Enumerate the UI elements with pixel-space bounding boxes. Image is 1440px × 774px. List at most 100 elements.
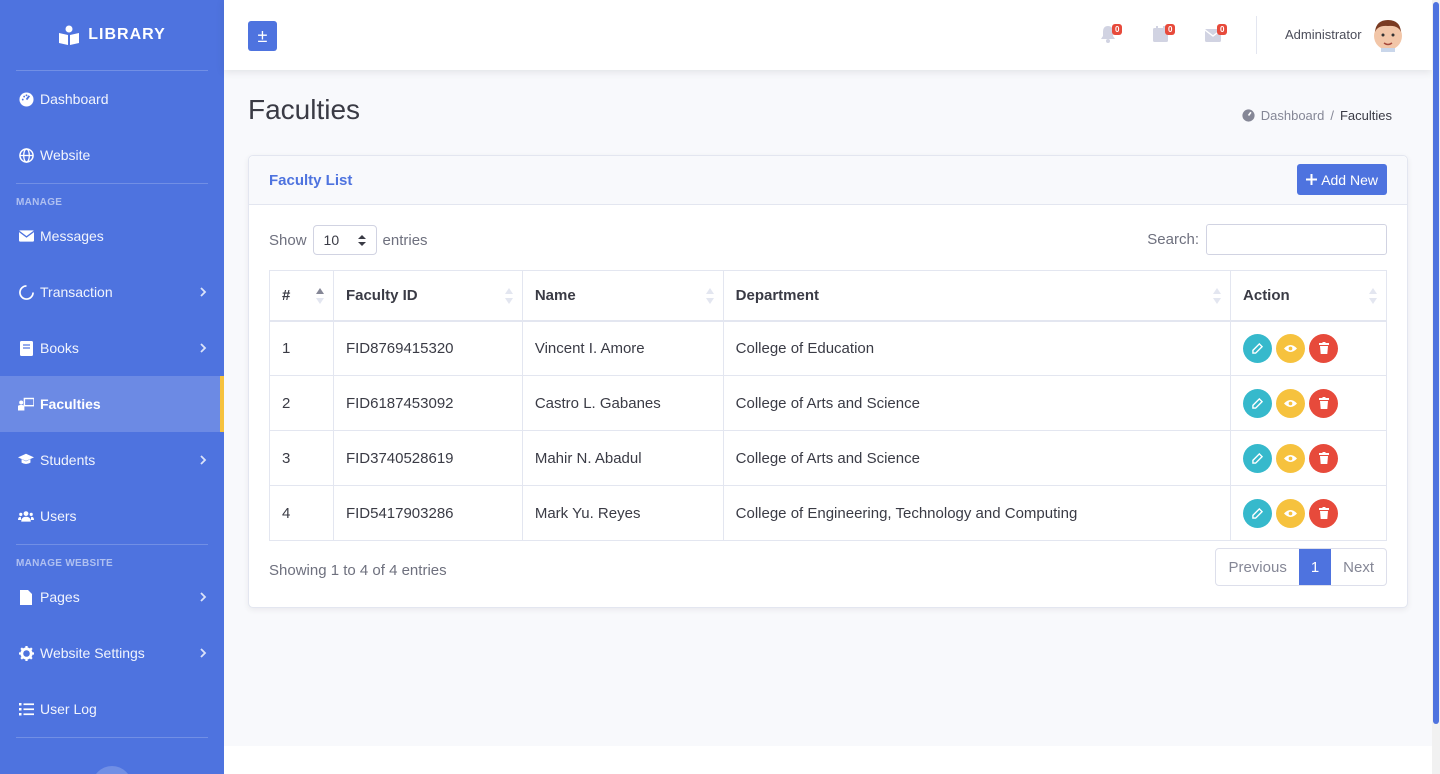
chevron-right-icon [200, 648, 207, 658]
plus-icon [1306, 174, 1318, 185]
view-button[interactable] [1276, 388, 1306, 418]
column-header-action[interactable]: Action [1230, 270, 1387, 322]
delete-button[interactable] [1309, 388, 1339, 418]
page-1-button[interactable]: 1 [1298, 549, 1332, 585]
calendar-dropdown[interactable]: 0 [1153, 24, 1176, 46]
edit-button[interactable] [1243, 443, 1273, 473]
sidebar-item-books[interactable]: Books [0, 320, 224, 376]
cell-actions [1230, 430, 1387, 486]
alerts-count-badge: 0 [1112, 24, 1123, 35]
alerts-dropdown[interactable]: 0 [1100, 24, 1123, 46]
edit-button[interactable] [1243, 388, 1273, 418]
sidebar-toggle-button[interactable]: ± [248, 21, 277, 51]
breadcrumb-current: Faculties [1339, 108, 1392, 123]
cell-actions [1230, 320, 1387, 376]
messages-dropdown[interactable]: 0 [1204, 24, 1228, 46]
scrollbar-thumb[interactable] [1433, 2, 1439, 724]
sidebar-item-label: Users [40, 508, 77, 524]
cell-name: Mark Yu. Reyes [521, 485, 724, 541]
sort-icon [1213, 288, 1222, 304]
column-header-number[interactable]: # [269, 270, 334, 322]
sidebar-heading-manage-website: MANAGE WEBSITE [16, 558, 113, 569]
sidebar-item-website-settings[interactable]: Website Settings [0, 625, 224, 681]
cell-department: College of Arts and Science [722, 430, 1232, 486]
sidebar-item-pages[interactable]: Pages [0, 569, 224, 625]
cell-actions [1230, 375, 1387, 431]
sidebar-item-label: Books [40, 340, 79, 356]
delete-button[interactable] [1309, 443, 1339, 473]
sidebar-item-faculties[interactable]: Faculties [0, 376, 224, 432]
eye-icon [1284, 344, 1298, 353]
search-input[interactable] [1206, 224, 1387, 255]
chevron-right-icon [200, 592, 207, 602]
view-button[interactable] [1276, 443, 1306, 473]
sidebar-item-label: Messages [40, 228, 104, 244]
eye-icon [1284, 454, 1298, 463]
cell-faculty-id: FID8769415320 [332, 320, 523, 376]
cell-actions [1230, 485, 1387, 541]
column-header-faculty-id[interactable]: Faculty ID [332, 270, 523, 322]
cell-name: Castro L. Gabanes [521, 375, 724, 431]
avatar[interactable] [1372, 18, 1404, 52]
table-row: 3 FID3740528619 Mahir N. Abadul College of … [269, 430, 1387, 486]
next-page-button[interactable]: Next [1331, 549, 1386, 585]
sidebar-item-dashboard[interactable]: Dashboard [0, 71, 224, 127]
cell-faculty-id: FID5417903286 [332, 485, 523, 541]
users-icon [18, 508, 34, 524]
faculty-list-card: Faculty List Add New Show 10 entries Sea… [248, 155, 1408, 608]
cell-department: College of Arts and Science [722, 375, 1232, 431]
chalkboard-teacher-icon [18, 396, 34, 412]
cell-name: Mahir N. Abadul [521, 430, 724, 486]
column-header-name[interactable]: Name [521, 270, 724, 322]
show-label: Show [269, 231, 307, 249]
sort-icon [504, 288, 513, 304]
sidebar-item-label: Dashboard [40, 91, 109, 107]
cell-number: 3 [269, 430, 334, 486]
delete-button[interactable] [1309, 498, 1339, 528]
cell-faculty-id: FID3740528619 [332, 430, 523, 486]
cell-department: College of Education [722, 320, 1232, 376]
previous-page-button[interactable]: Previous [1216, 549, 1298, 585]
page-scrollbar[interactable] [1432, 0, 1440, 774]
globe-icon [18, 147, 34, 163]
file-icon [18, 589, 34, 605]
trash-icon [1318, 397, 1329, 409]
table-controls: Show 10 entries Search: [269, 224, 1387, 256]
edit-icon [1252, 397, 1264, 409]
column-header-department[interactable]: Department [722, 270, 1232, 322]
sidebar-item-users[interactable]: Users [0, 488, 224, 544]
envelope-icon [18, 228, 34, 244]
sidebar-item-transaction[interactable]: Transaction [0, 264, 224, 320]
sidebar-item-label: User Log [40, 701, 97, 717]
user-name[interactable]: Administrator [1285, 27, 1362, 42]
delete-button[interactable] [1309, 333, 1339, 363]
edit-button[interactable] [1243, 333, 1273, 363]
sidebar-item-label: Transaction [40, 284, 113, 300]
entries-select[interactable]: 10 [312, 225, 377, 255]
book-reader-icon [59, 25, 80, 45]
chevron-right-icon [200, 343, 207, 353]
table-row: 4 FID5417903286 Mark Yu. Reyes College of E… [269, 485, 1387, 541]
sidebar-item-user-log[interactable]: User Log [0, 681, 224, 737]
entries-value: 10 [323, 232, 340, 248]
sidebar-item-messages[interactable]: Messages [0, 208, 224, 264]
dashboard-icon [1242, 109, 1255, 122]
add-new-button[interactable]: Add New [1297, 164, 1387, 195]
chevron-right-icon [200, 455, 207, 465]
cell-department: College of Engineering, Technology and C… [722, 485, 1232, 541]
sidebar-item-students[interactable]: Students [0, 432, 224, 488]
cell-faculty-id: FID6187453092 [332, 375, 523, 431]
brand[interactable]: LIBRARY [0, 0, 224, 70]
gear-icon [18, 645, 34, 661]
edit-button[interactable] [1243, 498, 1273, 528]
view-button[interactable] [1276, 498, 1306, 528]
sidebar-item-label: Pages [40, 589, 80, 605]
entries-label: entries [382, 231, 428, 249]
sidebar-collapse-button[interactable] [92, 766, 132, 774]
cell-number: 4 [269, 485, 334, 541]
breadcrumb-home-link[interactable]: Dashboard [1261, 108, 1325, 123]
footer [224, 746, 1432, 774]
cell-name: Vincent I. Amore [521, 320, 724, 376]
sidebar-item-website[interactable]: Website [0, 127, 224, 183]
view-button[interactable] [1276, 333, 1306, 363]
